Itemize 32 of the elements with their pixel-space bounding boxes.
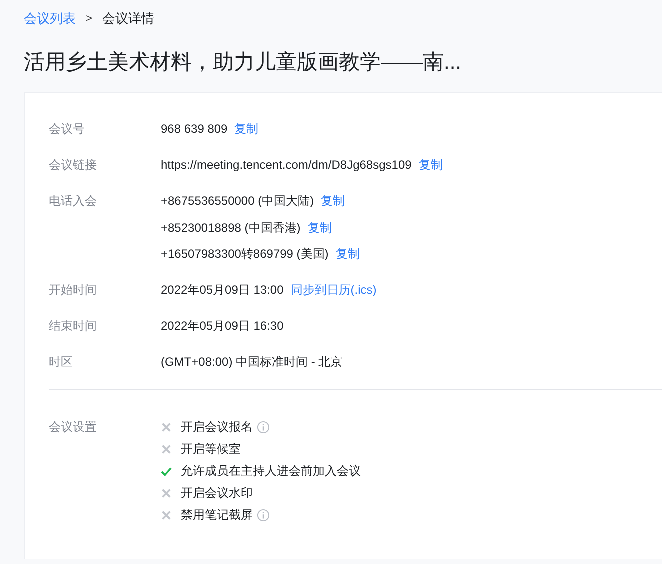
setting-label: 开启会议水印 xyxy=(181,484,253,502)
setting-label: 允许成员在主持人进会前加入会议 xyxy=(181,462,361,480)
field-label: 会议链接 xyxy=(49,157,98,174)
page-title: 活用乡土美术材料，助力儿童版画教学——南... xyxy=(24,50,463,76)
field-label: 会议号 xyxy=(49,121,86,138)
copy-link[interactable]: 同步到日历(.ics) xyxy=(290,283,377,297)
field-value: 2022年05月09日 16:30 xyxy=(161,319,284,333)
info-icon[interactable] xyxy=(257,420,270,434)
field-value: 968 639 809 xyxy=(161,122,228,136)
field-value: https://meeting.tencent.com/dm/D8Jg68sgs109 xyxy=(161,158,412,172)
field-label: 开始时间 xyxy=(49,282,98,299)
copy-link[interactable]: 复制 xyxy=(418,158,443,172)
copy-link[interactable]: 复制 xyxy=(308,220,332,234)
breadcrumb-current: 会议详情 xyxy=(102,10,154,28)
field-value: 2022年05月09日 13:00 xyxy=(161,283,284,297)
setting-label: 禁用笔记截屏 xyxy=(181,506,253,524)
copy-link[interactable]: 复制 xyxy=(321,194,346,208)
field-label: 结束时间 xyxy=(49,318,98,335)
breadcrumb-link[interactable]: 会议列表 xyxy=(24,10,76,28)
field-label: 时区 xyxy=(49,354,74,371)
field-value: +85230018898 (中国香港) xyxy=(161,220,301,234)
copy-link[interactable]: 复制 xyxy=(234,122,259,136)
breadcrumb-separator: > xyxy=(86,13,92,25)
field-value: +16507983300转869799 (美国) xyxy=(161,247,329,261)
setting-label: 开启会议报名 xyxy=(181,418,253,436)
copy-link[interactable]: 复制 xyxy=(336,247,360,261)
field-label: 会议设置 xyxy=(49,419,98,436)
setting-label: 开启等候室 xyxy=(181,440,241,458)
field-label: 电话入会 xyxy=(49,193,98,210)
field-value: (GMT+08:00) 中国标准时间 - 北京 xyxy=(161,355,343,369)
info-icon[interactable] xyxy=(257,508,270,522)
field-value: +8675536550000 (中国大陆) xyxy=(161,194,314,208)
